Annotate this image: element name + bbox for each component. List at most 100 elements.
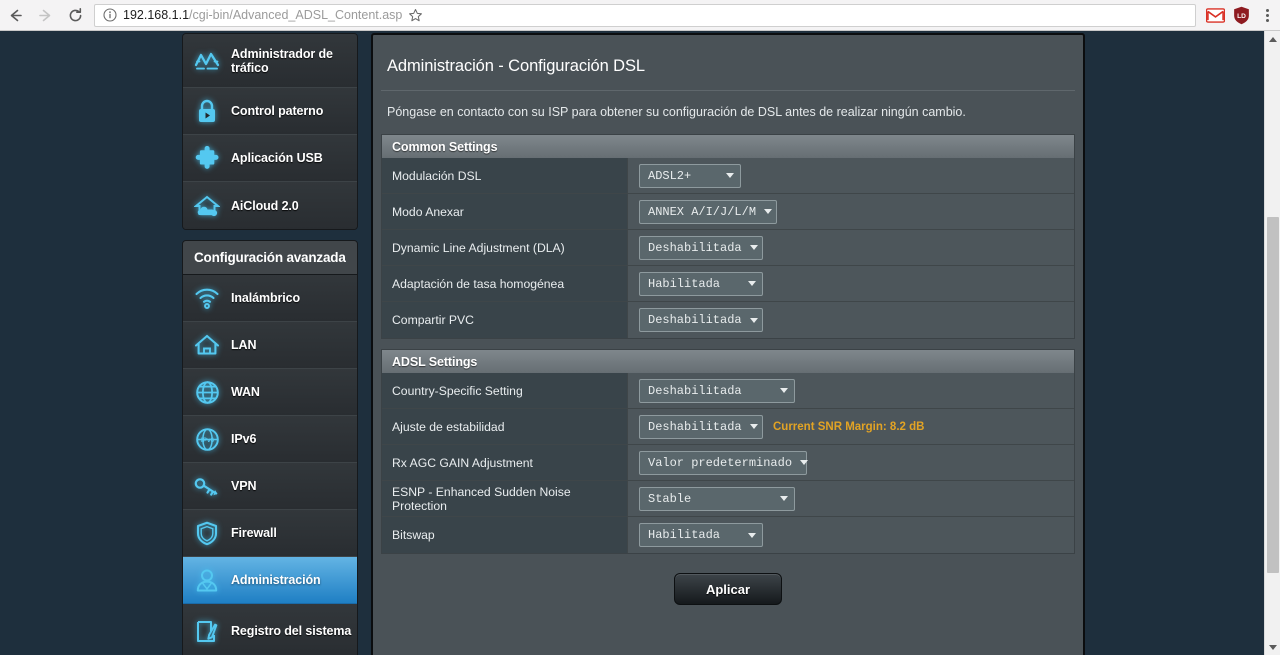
setting-row: Compartir PVC Deshabilitada [382,302,1074,338]
administration-user-icon [192,565,222,595]
dropdown-value: Valor predeterminado [648,455,793,470]
page-description: Póngase en contacto con su ISP para obte… [387,105,966,119]
sidebar-item-label: Administración [231,573,321,587]
scroll-down-arrow-icon[interactable] [1265,639,1280,655]
page-title: Administración - Configuración DSL [387,57,645,75]
setting-value: Habilitada [628,517,1074,553]
bookmark-star-icon[interactable] [402,8,428,23]
setting-row: ESNP - Enhanced Sudden Noise Protection … [382,481,1074,517]
bitswap-dropdown[interactable]: Habilitada [639,523,763,547]
info-circle-icon[interactable] [101,7,118,24]
chevron-down-icon [748,281,756,286]
chevron-down-icon [764,209,773,214]
dropdown-value: Habilitada [648,528,721,542]
url-host: 192.168.1.1 [123,8,190,22]
dropdown-value: ADSL2+ [648,168,692,183]
ajuste-de-estabilidad-dropdown[interactable]: Deshabilitada [639,414,763,439]
gmail-extension-icon[interactable] [1202,0,1228,31]
dropdown-value: Deshabilitada [648,313,742,327]
sidebar-item-label: Aplicación USB [231,151,323,165]
url-text: 192.168.1.1/cgi-bin/Advanced_ADSL_Conten… [123,8,402,22]
sidebar-item-aicloud[interactable]: AiCloud 2.0 [183,182,357,229]
sidebar-item-wan[interactable]: WAN [183,369,357,416]
aicloud-house-icon [192,191,222,221]
firewall-shield-icon [192,518,222,548]
sidebar-item-administracion[interactable]: Administración [183,557,357,604]
setting-row: Modo Anexar ANNEX A/I/J/L/M [382,194,1074,230]
chevron-down-icon [800,460,809,465]
browser-toolbar: 192.168.1.1/cgi-bin/Advanced_ADSL_Conten… [0,0,1280,31]
vertical-scrollbar[interactable] [1264,31,1280,655]
sidebar-item-firewall[interactable]: Firewall [183,510,357,557]
sidebar-item-label: Firewall [231,526,277,540]
setting-value: Deshabilitada [628,373,1074,408]
sidebar-item-traffic-manager[interactable]: Administrador de tráfico [183,34,357,88]
dropdown-value: Stable [648,491,692,506]
modulacion-dsl-dropdown[interactable]: ADSL2+ [639,163,741,188]
adaptacion-tasa-homogenea-dropdown[interactable]: Habilitada [639,271,763,296]
back-arrow-icon[interactable] [0,0,30,31]
setting-label: Modulación DSL [382,158,628,193]
chevron-down-icon [780,496,788,501]
sidebar-item-usb-application[interactable]: Aplicación USB [183,135,357,182]
sidebar-item-ipv6[interactable]: IPv6 IPv6 [183,416,357,463]
modo-anexar-dropdown[interactable]: ANNEX A/I/J/L/M [639,199,777,224]
sidebar-item-vpn[interactable]: VPN [183,463,357,510]
setting-value: Deshabilitada [628,230,1074,265]
setting-value: ADSL2+ [628,158,1074,193]
setting-label: Adaptación de tasa homogénea [382,266,628,301]
three-dot-menu-icon[interactable] [1254,0,1280,31]
setting-row: Dynamic Line Adjustment (DLA) Deshabilit… [382,230,1074,266]
url-path: /cgi-bin/Advanced_ADSL_Content.asp [189,8,403,22]
snr-margin-note: Current SNR Margin: 8.2 dB [773,420,925,433]
setting-row: Adaptación de tasa homogénea Habilitada [382,266,1074,302]
setting-row: Country-Specific Setting Deshabilitada [382,373,1074,409]
setting-label: Rx AGC GAIN Adjustment [382,445,628,480]
dropdown-value: Deshabilitada [648,383,742,398]
chevron-down-icon [748,532,756,538]
sidebar-advanced-group: Configuración avanzada Inalámbrico LAN W… [182,240,358,655]
apply-row: Aplicar [373,554,1083,605]
apply-button[interactable]: Aplicar [674,573,782,605]
scrollbar-thumb[interactable] [1267,217,1279,573]
content-panel: Administración - Configuración DSL Pónga… [371,33,1085,655]
dynamic-line-adjustment-dropdown[interactable]: Deshabilitada [639,235,763,260]
sidebar-item-label: Administrador de tráfico [231,46,333,75]
sidebar-item-inalambrico[interactable]: Inalámbrico [183,275,357,322]
sidebar-item-label: WAN [231,385,260,399]
chevron-down-icon [749,424,758,429]
lastpass-extension-icon[interactable]: LD [1228,0,1254,31]
dropdown-value: Deshabilitada [648,240,742,255]
sidebar-item-parental-control[interactable]: Control paterno [183,88,357,135]
sidebar-item-label: Registro del sistema [231,624,352,638]
country-specific-setting-dropdown[interactable]: Deshabilitada [639,378,795,403]
wan-globe-icon [192,377,222,407]
sidebar-item-label: AiCloud 2.0 [231,198,299,213]
usb-application-puzzle-icon [192,143,222,173]
dropdown-value: Deshabilitada [648,419,742,434]
page-description-wrapper: Póngase en contacto con su ISP para obte… [381,90,1075,134]
setting-value: Deshabilitada Current SNR Margin: 8.2 dB [628,409,1074,444]
rx-agc-gain-adjustment-dropdown[interactable]: Valor predeterminado [639,450,809,475]
sidebar-top-group: Administrador de tráfico Control paterno… [182,33,358,230]
chevron-down-icon [780,388,788,393]
setting-label: ESNP - Enhanced Sudden Noise Protection [382,481,628,516]
scroll-up-arrow-icon[interactable] [1265,31,1280,47]
address-bar[interactable]: 192.168.1.1/cgi-bin/Advanced_ADSL_Conten… [94,3,1196,27]
esnp-dropdown[interactable]: Stable [639,486,795,511]
sidebar-item-label: Control paterno [231,104,324,118]
traffic-manager-icon [192,46,222,76]
dropdown-value: Habilitada [648,276,721,291]
section-header: Common Settings [382,135,1074,158]
wireless-signal-icon [192,283,222,313]
sidebar-item-registro-del-sistema[interactable]: Registro del sistema [183,604,357,655]
vpn-key-icon [192,471,222,501]
setting-value: Habilitada [628,266,1074,301]
sidebar-item-label: Inalámbrico [231,291,301,305]
reload-icon[interactable] [60,0,90,31]
svg-text:IPv6: IPv6 [200,437,214,444]
section-header: ADSL Settings [382,350,1074,373]
compartir-pvc-dropdown[interactable]: Deshabilitada [639,308,763,332]
sidebar-item-lan[interactable]: LAN [183,322,357,369]
sidebar-item-label: IPv6 [231,432,257,446]
